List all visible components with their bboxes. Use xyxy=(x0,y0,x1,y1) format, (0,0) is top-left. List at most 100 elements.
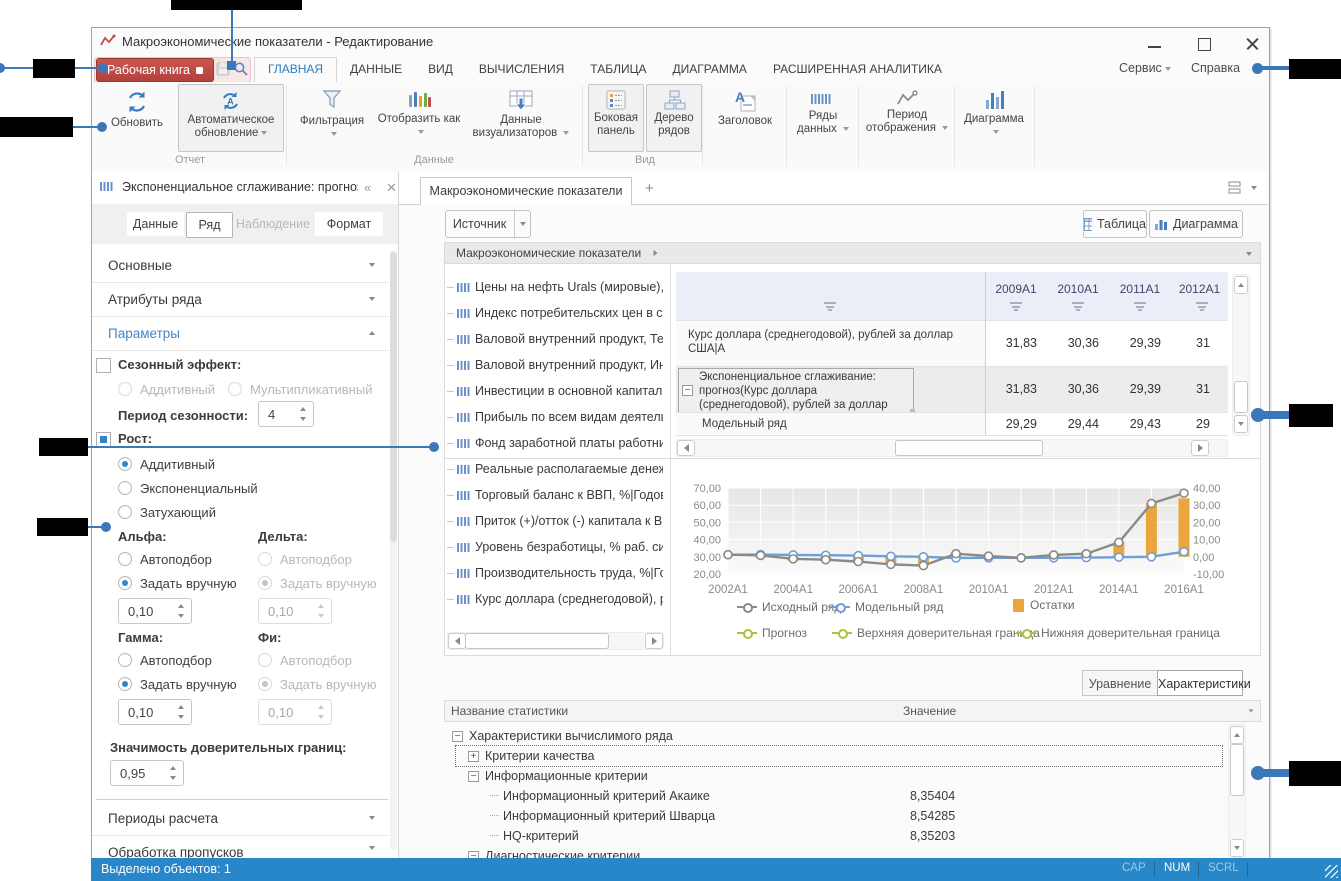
legend-item-forecast[interactable]: Прогноз xyxy=(737,626,807,640)
filter-button[interactable]: Фильтрация xyxy=(292,84,372,150)
series-tree-item[interactable]: –Курс доллара (среднегодовой), ру xyxy=(447,586,667,612)
series-tree-item[interactable]: –Торговый баланс к ВВП, %|Годов xyxy=(447,482,667,508)
breadcrumb[interactable]: Макроэкономические показатели xyxy=(444,242,1261,264)
season-period-stepper[interactable]: 4 xyxy=(258,401,314,427)
minimize-button[interactable] xyxy=(1138,35,1172,53)
gamma-stepper[interactable]: 0,10 xyxy=(118,699,192,725)
add-tab-button[interactable]: + xyxy=(645,180,654,197)
seasonal-multiplicative-radio[interactable] xyxy=(228,382,242,396)
side-panel-toggle-button[interactable]: Боковая панель xyxy=(588,84,644,152)
section-attributes[interactable]: Атрибуты ряда xyxy=(92,283,389,317)
growth-damped-radio[interactable] xyxy=(118,505,132,519)
column-header[interactable]: 2009A1 xyxy=(985,282,1047,296)
scroll-down-button[interactable] xyxy=(1234,415,1248,433)
filter-icon[interactable] xyxy=(1196,302,1208,311)
series-tree-item[interactable]: –Валовой внутренний продукт, Те xyxy=(447,326,667,352)
close-button[interactable] xyxy=(1236,35,1270,53)
document-tab[interactable]: Макроэкономические показатели xyxy=(420,177,632,205)
maximize-button[interactable] xyxy=(1188,35,1222,53)
column-header[interactable]: 2011A1 xyxy=(1109,282,1171,296)
legend-item-lower-bound[interactable]: Нижняя доверительная граница xyxy=(1016,626,1220,640)
series-tree-item[interactable]: –Фонд заработной платы работни xyxy=(447,430,667,456)
tab-rasshirennaya-analitika[interactable]: РАСШИРЕННАЯ АНАЛИТИКА xyxy=(760,57,955,82)
phi-stepper[interactable]: 0,10 xyxy=(258,699,332,725)
scroll-up-button[interactable] xyxy=(1230,726,1244,744)
splitter[interactable] xyxy=(670,264,671,655)
filter-icon[interactable] xyxy=(1072,302,1084,311)
tab-diagramma[interactable]: ДИАГРАММА xyxy=(659,57,759,82)
collapse-icon[interactable] xyxy=(468,851,479,859)
scroll-down-button[interactable] xyxy=(1230,839,1244,857)
column-header[interactable]: 2012A1 xyxy=(1171,282,1228,296)
close-panel-icon[interactable]: ✕ xyxy=(386,180,397,196)
panel-tab-series[interactable]: Ряд xyxy=(186,212,233,238)
column-header[interactable]: 2010A1 xyxy=(1047,282,1109,296)
table-row[interactable]: Курс доллара (среднегодовой), рублей за … xyxy=(676,321,985,366)
legend-item-upper-bound[interactable]: Верхняя доверительная граница xyxy=(832,626,1040,640)
combo-chart[interactable]: 70,0060,0050,0040,0030,0020,0040,0030,00… xyxy=(676,458,1245,598)
filter-icon[interactable] xyxy=(824,302,836,311)
delta-auto-radio[interactable] xyxy=(258,552,272,566)
scroll-lock-indicator[interactable]: SCRL xyxy=(1208,862,1239,874)
phi-auto-radio[interactable] xyxy=(258,653,272,667)
stats-row[interactable]: Информационные критерии xyxy=(452,766,1222,786)
tab-glavnaya[interactable]: ГЛАВНАЯ xyxy=(254,57,337,82)
tabstrip-dropdown-icon[interactable] xyxy=(1251,186,1257,190)
collapse-icon[interactable] xyxy=(452,731,463,742)
workbook-menu-button[interactable]: Рабочая книга xyxy=(96,58,214,82)
filter-icon[interactable] xyxy=(1134,302,1146,311)
auto-refresh-button[interactable]: A Автоматическое обновление xyxy=(178,84,284,152)
series-tree-item[interactable]: –Прибыль по всем видам деятельн xyxy=(447,404,667,430)
characteristics-tab[interactable]: Характеристики xyxy=(1157,670,1243,696)
tree-h-scrollbar[interactable] xyxy=(447,632,664,650)
refresh-button[interactable]: Обновить xyxy=(98,84,176,150)
collapse-row-icon[interactable] xyxy=(682,385,693,396)
seasonal-effect-checkbox[interactable] xyxy=(96,358,111,373)
tab-dannye[interactable]: ДАННЫЕ xyxy=(337,57,415,82)
stats-row[interactable]: Критерии качества xyxy=(456,746,1222,766)
service-menu[interactable]: Сервис xyxy=(1119,61,1171,75)
scroll-left-button[interactable] xyxy=(448,633,466,649)
table-h-scrollbar[interactable] xyxy=(676,439,1228,457)
source-button[interactable]: Источник xyxy=(445,210,531,238)
series-tree-item[interactable]: –Валовой внутренний продукт, Ин xyxy=(447,352,667,378)
section-parameters[interactable]: Параметры xyxy=(92,317,389,351)
data-series-button[interactable]: Ряды данных xyxy=(790,84,856,150)
stats-row[interactable]: HQ-критерий8,35203 xyxy=(452,826,1222,846)
stats-row[interactable]: Диагностические критерии xyxy=(452,846,1222,858)
growth-additive-radio[interactable] xyxy=(118,457,132,471)
table-view-button[interactable]: Таблица xyxy=(1083,210,1147,238)
visualizer-data-button[interactable]: Данные визуализаторов xyxy=(466,84,576,150)
seasonal-additive-radio[interactable] xyxy=(118,382,132,396)
chart-view-button[interactable]: Диаграмма xyxy=(1149,210,1243,238)
confidence-stepper[interactable]: 0,95 xyxy=(110,760,184,786)
equation-tab[interactable]: Уравнение xyxy=(1082,670,1158,696)
stats-row[interactable]: Информационный критерий Шварца8,54285 xyxy=(452,806,1222,826)
scroll-left-button[interactable] xyxy=(677,440,695,456)
table-row[interactable]: Модельный ряд xyxy=(676,413,985,435)
series-tree-item[interactable]: –Производительность труда, %|Го xyxy=(447,560,667,586)
collapse-icon[interactable] xyxy=(468,771,479,782)
alpha-stepper[interactable]: 0,10 xyxy=(118,598,192,624)
expand-icon[interactable] xyxy=(468,751,479,762)
table-v-scrollbar[interactable] xyxy=(1232,274,1250,436)
breadcrumb-dropdown-icon[interactable] xyxy=(1246,252,1252,256)
filter-icon[interactable] xyxy=(1010,302,1022,311)
legend-item-source[interactable]: Исходный ряд xyxy=(737,600,841,614)
series-tree-item[interactable]: –Уровень безработицы, % раб. си xyxy=(447,534,667,560)
stats-row[interactable]: Характеристики вычислимого ряда xyxy=(452,726,1222,746)
section-calc-periods[interactable]: Периоды расчета xyxy=(92,802,389,836)
tab-tablica[interactable]: ТАБЛИЦА xyxy=(577,57,659,82)
panel-tab-observation[interactable]: Наблюдение xyxy=(233,212,313,236)
gamma-manual-radio[interactable] xyxy=(118,677,132,691)
caps-lock-indicator[interactable]: CAP xyxy=(1122,862,1146,874)
section-missing-data[interactable]: Обработка пропусков xyxy=(92,836,389,858)
legend-item-residuals[interactable]: Остатки xyxy=(1013,598,1075,612)
series-tree-item[interactable]: –Инвестиции в основной капитал xyxy=(447,378,667,404)
source-dropdown[interactable] xyxy=(514,211,531,237)
scroll-right-button[interactable] xyxy=(1191,440,1209,456)
tab-vychisleniya[interactable]: ВЫЧИСЛЕНИЯ xyxy=(466,57,577,82)
panel-tab-format[interactable]: Формат xyxy=(315,212,383,236)
delta-stepper[interactable]: 0,10 xyxy=(258,598,332,624)
display-period-button[interactable]: Период отображения xyxy=(862,84,952,150)
